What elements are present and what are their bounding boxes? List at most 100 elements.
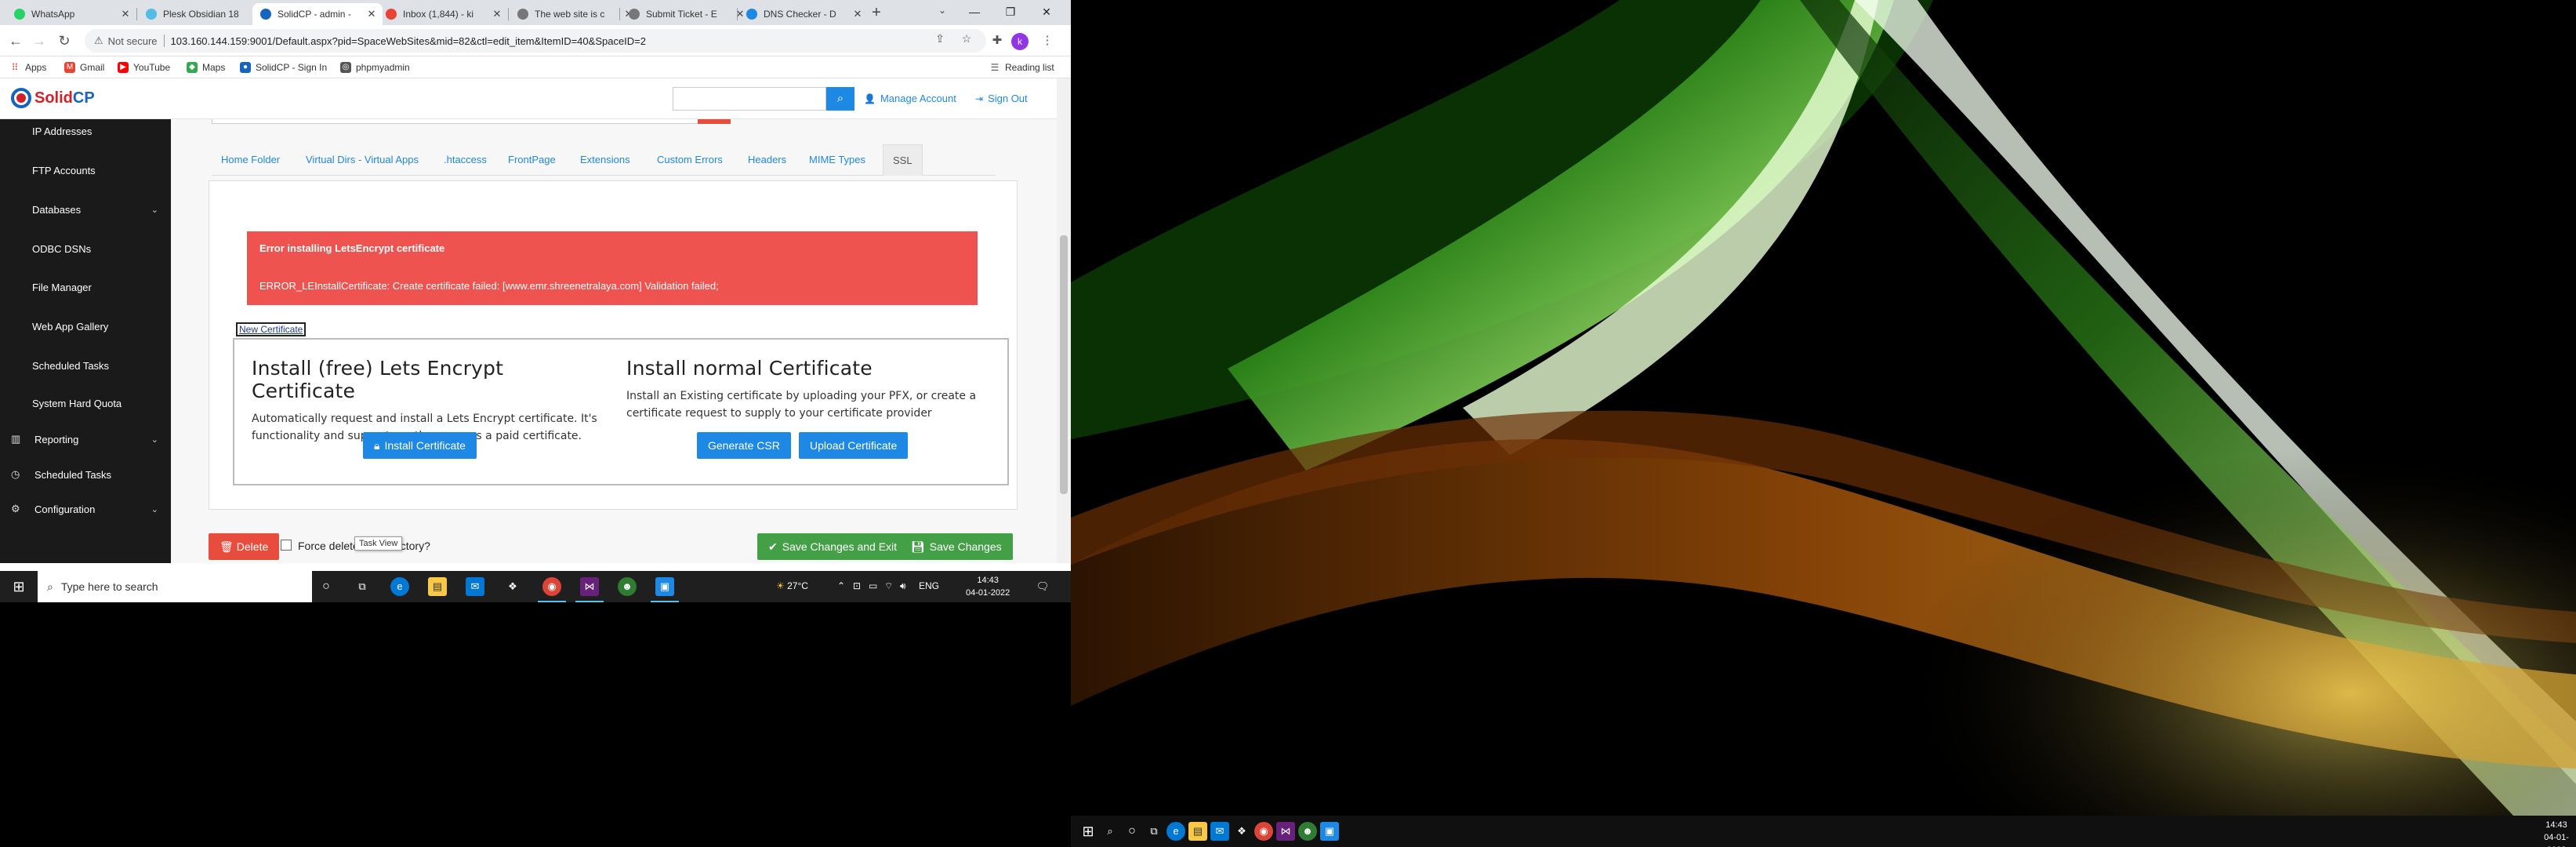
sidebar-item-web-app-gallery[interactable]: Web App Gallery <box>0 313 171 340</box>
sidebar-item-ftp-accounts[interactable]: FTP Accounts <box>0 157 171 184</box>
photos-icon[interactable]: ▣ <box>1320 822 1339 841</box>
taskbar-search-input[interactable]: ⌕ Type here to search <box>38 571 312 602</box>
tray-up-arrow-icon[interactable]: ⌃ <box>837 580 845 591</box>
windows-start-icon[interactable]: ⊞ <box>9 577 28 596</box>
tab-plesk[interactable]: Plesk Obsidian 18 ✕ <box>138 3 268 25</box>
notification-icon[interactable]: 🗨︎ <box>1033 577 1052 596</box>
reading-list[interactable]: ☰ Reading list <box>989 60 1054 75</box>
bookmark-apps[interactable]: ⠿ Apps <box>9 60 46 75</box>
back-arrow-icon[interactable]: ← <box>6 31 25 50</box>
volume-icon[interactable]: 🔊︎ <box>900 580 906 592</box>
forward-arrow-icon[interactable]: → <box>30 31 49 50</box>
app-icon[interactable]: ☻ <box>618 577 637 596</box>
mail-icon[interactable]: ✉ <box>1210 822 1229 841</box>
app-icon[interactable]: ☻ <box>1298 822 1317 841</box>
new-certificate-legend[interactable]: New Certificate <box>236 322 307 336</box>
header-search-input[interactable] <box>673 87 826 111</box>
chrome-icon[interactable]: ◉ <box>1254 822 1273 841</box>
reload-icon[interactable]: ↻ <box>55 31 74 50</box>
bookmark-gmail[interactable]: M Gmail <box>64 60 104 75</box>
close-tab-icon[interactable]: ✕ <box>365 8 378 20</box>
solidcp-logo[interactable]: Solid CP <box>11 88 95 108</box>
weather-widget[interactable]: ☀ 27°C <box>776 580 808 591</box>
tab-htaccess[interactable]: .htaccess <box>434 144 496 176</box>
clock[interactable]: 14:43 04-01-2022 <box>2537 819 2576 847</box>
bookmark-star-icon[interactable]: ☆ <box>958 30 975 47</box>
sidebar-item-ip-addresses[interactable]: IP Addresses <box>0 118 171 144</box>
sidebar-item-databases[interactable]: Databases ⌄ <box>0 196 171 223</box>
edge-icon[interactable]: e <box>1166 822 1185 841</box>
edge-icon[interactable]: e <box>390 577 409 596</box>
wifi-icon[interactable]: ⌔ <box>884 580 893 592</box>
force-delete-checkbox[interactable] <box>281 540 292 551</box>
visual-studio-icon[interactable]: ⋈ <box>580 577 599 596</box>
tab-home-folder[interactable]: Home Folder <box>212 144 289 176</box>
more-menu-icon[interactable]: ⋮ <box>1038 31 1057 50</box>
new-tab-button[interactable]: + <box>867 4 886 23</box>
dropbox-icon[interactable]: ❖ <box>1232 822 1251 841</box>
task-view-icon[interactable]: ⧉ <box>1145 822 1163 841</box>
cortana-icon[interactable]: ○ <box>1123 822 1141 841</box>
search-icon[interactable]: ⌕ <box>826 87 854 111</box>
tab-solidcp[interactable]: SolidCP - admin - ✕ <box>252 3 383 25</box>
close-window-button[interactable]: ✕ <box>1029 0 1065 24</box>
sidebar-item-system-hard-quota[interactable]: System Hard Quota <box>0 390 171 416</box>
sidebar-group-scheduled-tasks[interactable]: ◷ Scheduled Tasks <box>0 461 171 488</box>
network-icon[interactable]: ⊡ <box>853 580 861 591</box>
manage-account-link[interactable]: 👤 Manage Account <box>864 93 956 104</box>
tab-gmail[interactable]: Inbox (1,844) - ki ✕ <box>378 3 508 25</box>
bookmark-maps[interactable]: ◆ Maps <box>187 60 225 75</box>
tab-search-icon[interactable]: ⌄ <box>934 5 950 20</box>
windows-start-icon[interactable]: ⊞ <box>1079 822 1098 841</box>
save-changes-button[interactable]: 💾︎ Save Changes <box>900 533 1013 560</box>
extensions-puzzle-icon[interactable]: ✚ <box>988 31 1007 50</box>
task-view-icon[interactable]: ⧉ <box>353 577 372 596</box>
upload-certificate-button[interactable]: Upload Certificate <box>799 432 909 459</box>
chrome-icon[interactable]: ◉ <box>542 577 561 596</box>
cortana-icon[interactable]: ○ <box>317 577 336 596</box>
generate-csr-button[interactable]: Generate CSR <box>697 432 791 459</box>
tab-headers[interactable]: Headers <box>738 144 796 176</box>
sidebar-item-odbc-dsns[interactable]: ODBC DSNs <box>0 235 171 262</box>
close-tab-icon[interactable]: ✕ <box>851 8 864 20</box>
tab-submit-ticket[interactable]: Submit Ticket - E ✕ <box>621 3 751 25</box>
page-scrollbar[interactable] <box>1057 78 1071 563</box>
minimize-button[interactable]: — <box>956 0 992 24</box>
close-tab-icon[interactable]: ✕ <box>491 8 503 20</box>
tab-whatsapp[interactable]: WhatsApp ✕ <box>6 3 136 25</box>
tab-dns-checker[interactable]: DNS Checker - D ✕ <box>738 3 869 25</box>
close-tab-icon[interactable]: ✕ <box>119 8 132 20</box>
clock[interactable]: 14:43 04-01-2022 <box>966 574 1010 599</box>
dropbox-icon[interactable]: ❖ <box>503 577 522 596</box>
bookmark-youtube[interactable]: ▶ YouTube <box>118 60 170 75</box>
share-icon[interactable]: ⇪ <box>931 30 949 47</box>
mail-icon[interactable]: ✉ <box>466 577 484 596</box>
tab-custom-errors[interactable]: Custom Errors <box>648 144 732 176</box>
profile-avatar[interactable]: k <box>1011 33 1029 50</box>
file-explorer-icon[interactable]: ▤ <box>1188 822 1207 841</box>
sidebar-group-reporting[interactable]: ▥ Reporting ⌄ <box>0 426 171 453</box>
bookmark-solidcp[interactable]: ● SolidCP - Sign In <box>240 60 327 75</box>
sidebar-item-file-manager[interactable]: File Manager <box>0 274 171 300</box>
tab-virtual-dirs[interactable]: Virtual Dirs - Virtual Apps <box>296 144 428 176</box>
maximize-button[interactable]: ❐ <box>992 0 1029 24</box>
save-and-exit-button[interactable]: ✔ Save Changes and Exit <box>757 533 909 560</box>
photos-icon[interactable]: ▣ <box>655 577 674 596</box>
scrollbar-thumb[interactable] <box>1060 235 1068 494</box>
sidebar-group-configuration[interactable]: ⚙ Configuration ⌄ <box>0 496 171 522</box>
tab-frontpage[interactable]: FrontPage <box>499 144 565 176</box>
bookmark-phpmyadmin[interactable]: ◎ phpmyadmin <box>340 60 410 75</box>
tab-extensions[interactable]: Extensions <box>571 144 640 176</box>
tab-ssl[interactable]: SSL <box>883 144 923 176</box>
language-indicator[interactable]: ENG <box>919 580 939 591</box>
address-bar[interactable]: ⚠ Not secure 103.160.144.159:9001/Defaul… <box>85 29 986 53</box>
install-certificate-button[interactable]: 🔒︎ Install Certificate <box>363 432 477 459</box>
visual-studio-icon[interactable]: ⋈ <box>1276 822 1295 841</box>
search-icon[interactable]: ⌕ <box>1101 822 1119 841</box>
tab-mime-types[interactable]: MIME Types <box>800 144 875 176</box>
battery-icon[interactable]: ▭ <box>869 580 877 591</box>
delete-button[interactable]: 🗑︎ Delete <box>209 533 280 560</box>
top-red-button[interactable] <box>698 119 731 124</box>
sign-out-link[interactable]: ⇥ Sign Out <box>975 93 1028 104</box>
file-explorer-icon[interactable]: ▤ <box>428 577 447 596</box>
